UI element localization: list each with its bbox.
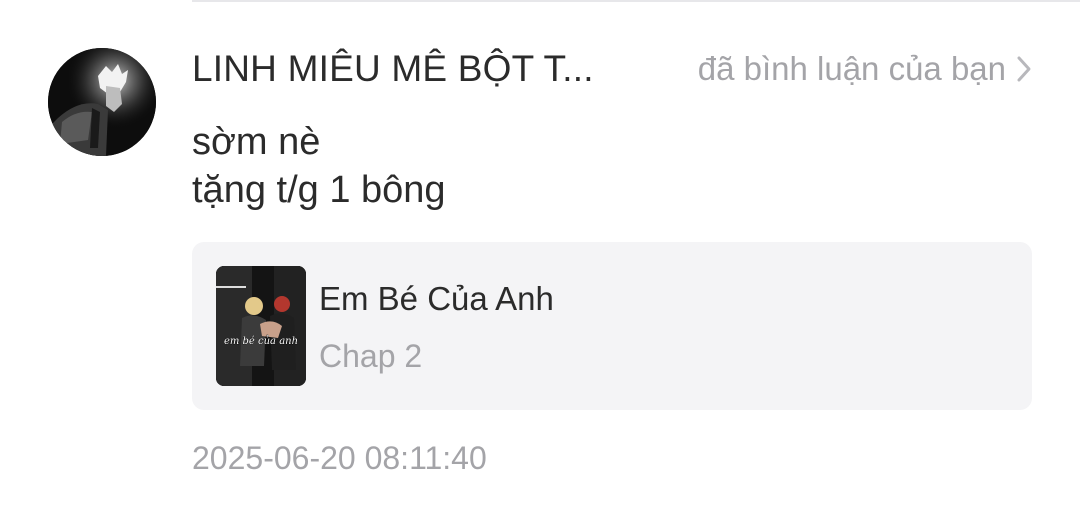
story-chapter: Chap 2 [319,338,423,374]
story-cover: em bé của anh [216,266,306,386]
comment-line: sờm nè [192,121,321,163]
story-cover-image: em bé của anh [216,266,306,386]
comment-line: tặng t/g 1 bông [192,169,446,211]
cover-title-text: em bé của anh [224,336,298,347]
chevron-right-icon [1016,55,1032,83]
timestamp: 2025-06-20 08:11:40 [192,440,487,476]
avatar[interactable] [48,48,156,156]
story-title: Em Bé Của Anh [319,280,554,317]
comment-text: sờm nè tặng t/g 1 bông [192,118,446,214]
username[interactable]: LINH MIÊU MÊ BỘT T... [192,48,594,90]
avatar-image [48,48,156,156]
action-text: đã bình luận của bạn [697,50,1006,87]
notification-header: LINH MIÊU MÊ BỘT T... đã bình luận của b… [192,44,1032,94]
action-link[interactable]: đã bình luận của bạn [698,50,1032,88]
story-card[interactable]: em bé của anh Em Bé Của Anh Chap 2 [192,242,1032,410]
notification-item[interactable]: LINH MIÊU MÊ BỘT T... đã bình luận của b… [0,0,1080,531]
top-divider [192,0,1080,2]
